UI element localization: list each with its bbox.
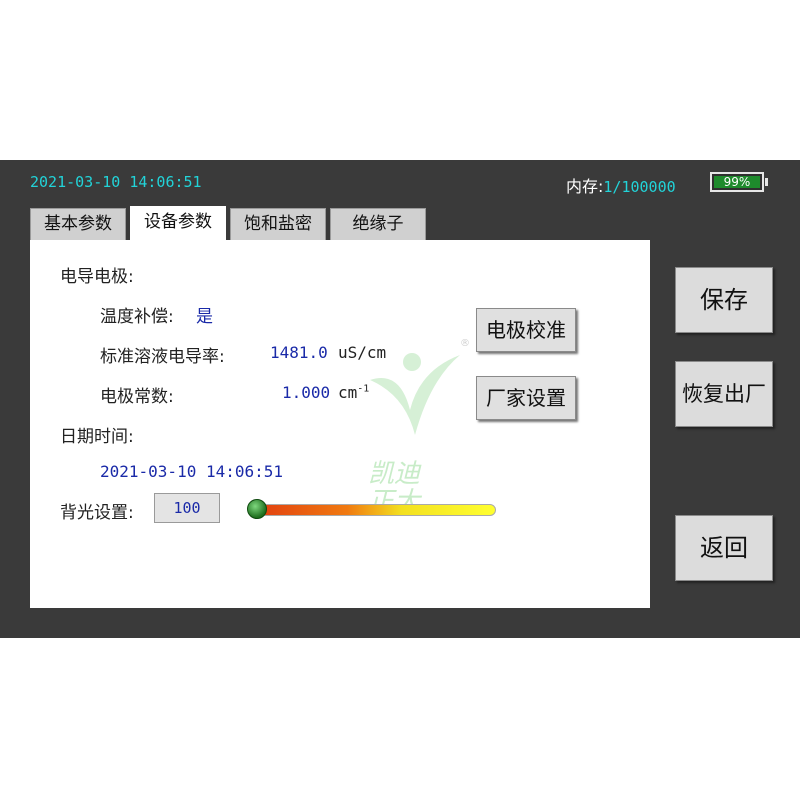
battery-terminal xyxy=(765,178,768,186)
factory-settings-button[interactable]: 厂家设置 xyxy=(476,376,576,420)
datetime-section-title: 日期时间: xyxy=(60,427,134,447)
electrode-section-title: 电导电极: xyxy=(60,267,134,287)
back-button[interactable]: 返回 xyxy=(675,515,773,581)
tab-insulator[interactable]: 绝缘子 xyxy=(330,208,426,240)
electrode-constant-unit-base: cm xyxy=(338,383,358,402)
temp-compensation-label: 温度补偿: xyxy=(100,307,174,327)
electrode-constant-unit: cm-1 xyxy=(338,383,369,402)
backlight-value-field[interactable]: 100 xyxy=(154,493,220,523)
watermark-registered: ® xyxy=(460,338,470,349)
restore-factory-button[interactable]: 恢复出厂 xyxy=(675,361,773,427)
std-conductivity-unit: uS/cm xyxy=(338,343,387,362)
status-datetime: 2021-03-10 14:06:51 xyxy=(30,173,202,191)
tab-device-params[interactable]: 设备参数 xyxy=(130,206,226,242)
electrode-constant-label: 电极常数: xyxy=(100,387,174,407)
save-button[interactable]: 保存 xyxy=(675,267,773,333)
battery-percent: 99% xyxy=(723,175,751,189)
electrode-constant-value[interactable]: 1.000 xyxy=(282,383,330,402)
backlight-slider-handle[interactable] xyxy=(247,499,267,519)
electrode-calibration-button[interactable]: 电极校准 xyxy=(476,308,576,352)
memory-label: 内存: xyxy=(566,177,604,196)
memory-indicator: 内存:1/100000 xyxy=(566,173,676,197)
backlight-slider[interactable] xyxy=(247,499,496,519)
battery-icon: 99% xyxy=(710,172,768,192)
electrode-constant-unit-exp: -1 xyxy=(357,383,370,395)
std-conductivity-value[interactable]: 1481.0 xyxy=(270,343,328,362)
backlight-label: 背光设置: xyxy=(60,503,134,523)
device-screen: 2021-03-10 14:06:51 内存:1/100000 99% 基本参数… xyxy=(0,160,800,638)
datetime-value[interactable]: 2021-03-10 14:06:51 xyxy=(100,462,283,481)
std-conductivity-label: 标准溶液电导率: xyxy=(100,347,225,367)
memory-value: 1/100000 xyxy=(603,178,676,196)
device-params-panel: ® 凯迪 正大 电导电极: 温度补偿: 是 标准溶液电导率: 1481.0 uS… xyxy=(30,240,650,608)
watermark-line-1: 凯迪 xyxy=(368,459,421,489)
tab-saturated-salt-density[interactable]: 饱和盐密 xyxy=(230,208,326,240)
tab-basic-params[interactable]: 基本参数 xyxy=(30,208,126,240)
temp-compensation-value[interactable]: 是 xyxy=(196,302,213,327)
